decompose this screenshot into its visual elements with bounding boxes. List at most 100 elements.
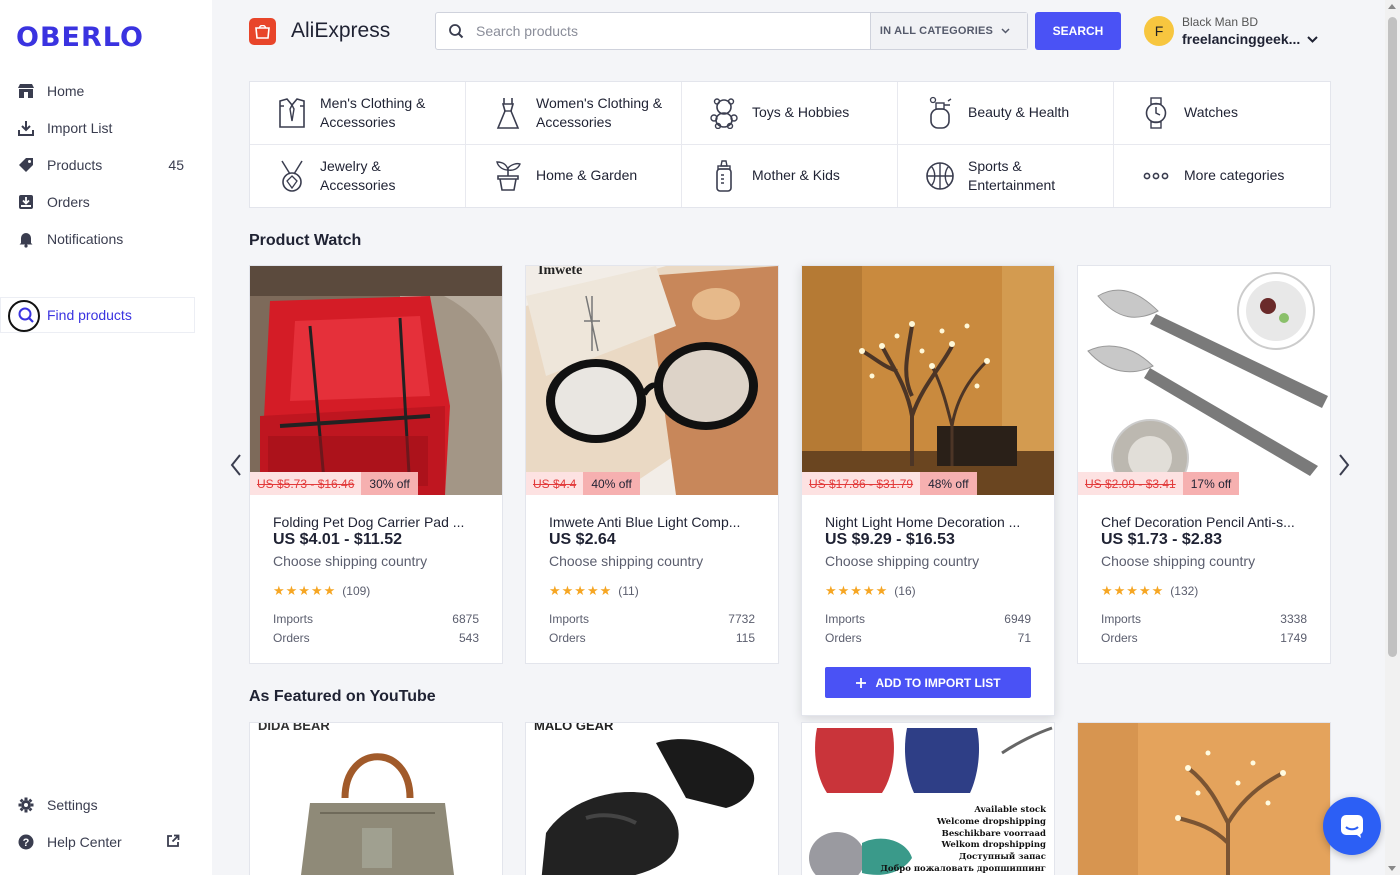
category-label: Home & Garden: [536, 167, 638, 184]
product-price: US $4.01 - $11.52: [273, 531, 402, 548]
product-card[interactable]: Imwete US $4.4 40% off Imwete Anti Blue …: [525, 265, 779, 664]
oberlo-logo[interactable]: OBERLO: [16, 22, 144, 53]
youtube-product-card[interactable]: [1077, 722, 1331, 875]
sidebar-item-home[interactable]: Home: [0, 73, 195, 109]
category-home-garden[interactable]: Home & Garden: [466, 144, 682, 207]
category-select[interactable]: IN ALL CATEGORIES: [870, 13, 1027, 49]
basketball-icon: [924, 160, 956, 192]
sidebar-item-import-list[interactable]: Import List: [0, 110, 195, 146]
tree-lamp-icon: [1078, 723, 1330, 875]
chat-launcher-button[interactable]: [1323, 797, 1381, 855]
product-price: US $1.73 - $2.83: [1101, 531, 1222, 548]
category-mother-kids[interactable]: Mother & Kids: [682, 144, 898, 207]
scroll-up-arrow-icon[interactable]: [1388, 4, 1396, 9]
category-more[interactable]: More categories: [1114, 145, 1330, 208]
watch-icon: [1140, 97, 1172, 129]
category-watches[interactable]: Watches: [1114, 82, 1330, 145]
chevron-down-icon[interactable]: [1307, 30, 1318, 48]
category-select-label: IN ALL CATEGORIES: [879, 25, 994, 37]
add-to-import-list-button[interactable]: ADD TO IMPORT LIST: [825, 667, 1031, 698]
sidebar-item-label: Home: [47, 83, 85, 99]
brand-text: DIDA BEAR: [258, 722, 330, 733]
search-button[interactable]: SEARCH: [1035, 12, 1121, 50]
sidebar-item-label: Help Center: [47, 834, 122, 850]
baby-bottle-icon: [708, 160, 740, 192]
rating: ★★★★★ (11): [549, 583, 639, 599]
product-card[interactable]: US $2.09 - $3.41 17% off Chef Decoration…: [1077, 265, 1331, 664]
category-mens-clothing[interactable]: Men's Clothing & Accessories: [250, 82, 466, 145]
category-beauty-health[interactable]: Beauty & Health: [898, 82, 1114, 145]
sidebar-item-products[interactable]: Products 45: [0, 147, 195, 183]
user-name[interactable]: Black Man BD: [1182, 15, 1258, 29]
rating-stars-icon: ★★★★★: [549, 583, 613, 598]
product-card[interactable]: US $5.73 - $16.46 30% off Folding Pet Do…: [249, 265, 503, 664]
more-dots-icon: [1140, 160, 1172, 192]
product-price: US $9.29 - $16.53: [825, 531, 955, 548]
sidebar-item-orders[interactable]: Orders: [0, 184, 195, 220]
section-title-youtube: As Featured on YouTube: [249, 688, 436, 705]
old-price: US $2.09 - $3.41: [1078, 472, 1183, 495]
product-image-glasses[interactable]: Imwete US $4.4 40% off: [526, 266, 778, 495]
chat-icon: [1341, 815, 1363, 838]
sidebar-item-settings[interactable]: Settings: [0, 787, 195, 823]
price-badges: US $17.86 - $31.79 48% off: [802, 472, 977, 495]
imports-label: Imports: [549, 612, 590, 626]
category-toys-hobbies[interactable]: Toys & Hobbies: [682, 82, 898, 145]
sidebar-item-find-products[interactable]: Find products: [0, 297, 195, 333]
brand-text: MALO GEAR: [534, 722, 614, 733]
handbag-icon: [250, 723, 502, 875]
product-image-tree-lamp[interactable]: US $17.86 - $31.79 48% off: [802, 266, 1054, 495]
avatar[interactable]: F: [1144, 16, 1174, 46]
product-title[interactable]: Chef Decoration Pencil Anti-s...: [1101, 514, 1311, 530]
shirt-tie-icon: [276, 97, 308, 129]
product-title[interactable]: Imwete Anti Blue Light Comp...: [549, 514, 759, 530]
sidebar-item-notifications[interactable]: Notifications: [0, 221, 195, 257]
caption-line: Beschikbare voorraad: [941, 828, 1046, 839]
category-jewelry[interactable]: Jewelry & Accessories: [250, 144, 466, 207]
review-count: (109): [342, 584, 371, 598]
youtube-product-card[interactable]: MALO GEAR: [525, 722, 779, 875]
scrollbar[interactable]: [1385, 0, 1400, 875]
rating: ★★★★★ (16): [825, 583, 916, 599]
carousel-next-button[interactable]: [1334, 452, 1354, 478]
user-email[interactable]: freelancinggeek...: [1182, 31, 1300, 47]
category-womens-clothing[interactable]: Women's Clothing & Accessories: [466, 82, 682, 145]
category-label: Sports & Entertainment: [968, 157, 1056, 193]
inbox-icon: [17, 193, 35, 211]
product-image-chef-pencil[interactable]: US $2.09 - $3.41 17% off: [1078, 266, 1330, 495]
plant-pot-icon: [492, 160, 524, 192]
tag-icon: [17, 156, 35, 174]
youtube-product-card[interactable]: DIDA BEAR: [249, 722, 503, 875]
sidebar-item-label: Find products: [47, 307, 132, 323]
carousel-prev-button[interactable]: [226, 452, 246, 478]
sidebar-item-label: Orders: [47, 194, 90, 210]
review-count: (132): [1170, 584, 1199, 598]
svg-text:?: ?: [23, 837, 30, 849]
product-card[interactable]: US $17.86 - $31.79 48% off Night Light H…: [801, 265, 1055, 716]
orders-value: 115: [735, 631, 755, 645]
shipping-text: Choose shipping country: [549, 553, 704, 569]
product-title[interactable]: Night Light Home Decoration ...: [825, 514, 1035, 530]
category-label: Watches: [1184, 104, 1238, 121]
sidebar-item-help-center[interactable]: ? Help Center: [0, 824, 195, 860]
external-link-icon: [166, 834, 180, 851]
search-icon: [436, 13, 476, 49]
category-sports[interactable]: Sports & Entertainment: [898, 144, 1114, 207]
scrollbar-thumb[interactable]: [1388, 17, 1397, 657]
scroll-down-arrow-icon[interactable]: [1388, 866, 1396, 871]
orders-label: Orders: [549, 631, 586, 645]
product-price: US $2.64: [549, 531, 616, 548]
search-bar: IN ALL CATEGORIES: [435, 12, 1028, 50]
old-price: US $5.73 - $16.46: [250, 472, 362, 495]
youtube-product-card[interactable]: Available stock Welcome dropshipping Bes…: [801, 722, 1055, 875]
download-icon: [17, 119, 35, 137]
review-count: (11): [618, 584, 639, 598]
rating-stars-icon: ★★★★★: [273, 583, 337, 598]
sidebar-item-label: Notifications: [47, 231, 124, 247]
dress-icon: [492, 97, 524, 129]
sidebar: OBERLO Home Import List Products 45 Orde…: [0, 0, 212, 875]
product-title[interactable]: Folding Pet Dog Carrier Pad ...: [273, 514, 483, 530]
shipping-text: Choose shipping country: [1101, 553, 1256, 569]
search-input[interactable]: [476, 13, 870, 49]
product-image-pet-carrier[interactable]: US $5.73 - $16.46 30% off: [250, 266, 502, 495]
